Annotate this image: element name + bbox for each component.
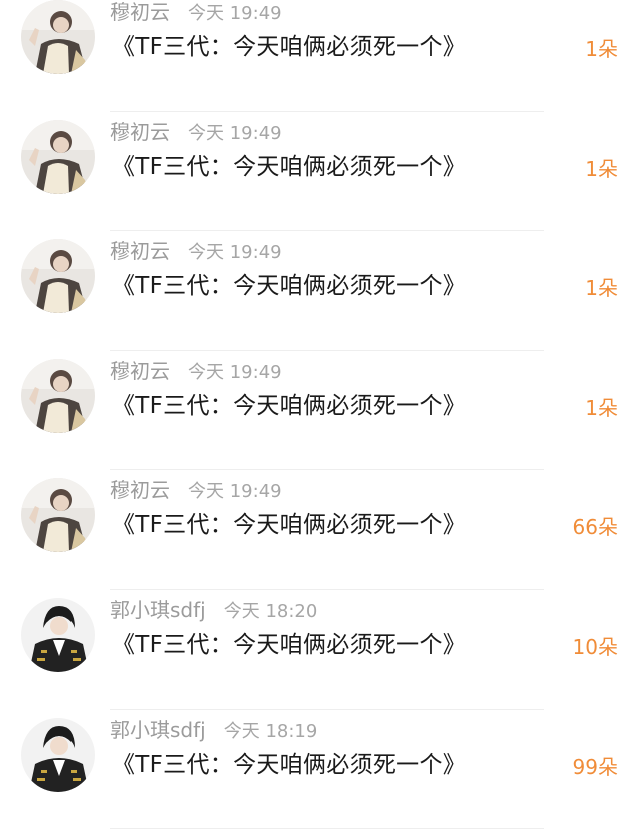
user-photo-icon: [21, 717, 95, 792]
divider: [110, 708, 544, 710]
user-photo-icon: [21, 0, 95, 74]
list-item[interactable]: 穆初云 今天 19:49 《TF三代：今天咱俩必须死一个》 1朵: [0, 0, 640, 114]
avatar[interactable]: [21, 597, 95, 672]
divider: [110, 828, 544, 830]
flower-count: 1朵: [585, 395, 618, 420]
message-title[interactable]: 《TF三代：今天咱俩必须死一个》: [112, 150, 466, 184]
flower-count: 99朵: [572, 754, 618, 779]
user-photo-icon: [21, 119, 95, 194]
timestamp: 今天 19:49: [188, 242, 282, 264]
flower-count: 1朵: [585, 276, 618, 301]
timestamp: 今天 19:49: [188, 481, 282, 503]
avatar[interactable]: [21, 478, 95, 553]
message-meta: 郭小琪sdfj 今天 18:20: [110, 596, 317, 624]
message-meta: 郭小琪sdfj 今天 18:19: [110, 716, 317, 744]
message-meta: 穆初云 今天 19:49: [110, 476, 282, 504]
list-item[interactable]: 穆初云 今天 19:49 《TF三代：今天咱俩必须死一个》 1朵: [0, 114, 640, 234]
sender-name[interactable]: 穆初云: [110, 120, 170, 144]
message-meta: 穆初云 今天 19:49: [110, 357, 282, 385]
divider: [110, 588, 544, 590]
user-photo-icon: [21, 239, 95, 314]
timestamp: 今天 19:49: [188, 3, 282, 24]
message-title[interactable]: 《TF三代：今天咱俩必须死一个》: [112, 269, 466, 303]
message-title[interactable]: 《TF三代：今天咱俩必须死一个》: [112, 628, 466, 662]
timestamp: 今天 19:49: [188, 361, 282, 383]
user-photo-icon: [21, 597, 95, 672]
list-item[interactable]: 郭小琪sdfj 今天 18:19 《TF三代：今天咱俩必须死一个》 99朵: [0, 712, 640, 831]
message-title[interactable]: 《TF三代：今天咱俩必须死一个》: [112, 389, 466, 423]
user-photo-icon: [21, 358, 95, 433]
divider: [110, 469, 544, 471]
message-list: 穆初云 今天 19:49 《TF三代：今天咱俩必须死一个》 1朵 穆初云 今天 19…: [0, 0, 640, 831]
sender-name[interactable]: 穆初云: [110, 359, 170, 383]
message-title[interactable]: 《TF三代：今天咱俩必须死一个》: [112, 508, 466, 542]
avatar[interactable]: [21, 239, 95, 314]
message-title[interactable]: 《TF三代：今天咱俩必须死一个》: [112, 30, 466, 64]
sender-name[interactable]: 郭小琪sdfj: [110, 598, 206, 622]
message-meta: 穆初云 今天 19:49: [110, 0, 282, 26]
timestamp: 今天 18:19: [223, 720, 318, 742]
message-meta: 穆初云 今天 19:49: [110, 118, 282, 146]
flower-count: 10朵: [572, 634, 618, 659]
user-photo-icon: [21, 478, 95, 553]
divider: [110, 230, 544, 232]
sender-name[interactable]: 穆初云: [110, 239, 170, 263]
flower-count: 66朵: [572, 515, 618, 540]
timestamp: 今天 18:20: [223, 600, 318, 622]
avatar[interactable]: [21, 358, 95, 433]
message-meta: 穆初云 今天 19:49: [110, 237, 282, 265]
divider: [110, 349, 544, 351]
sender-name[interactable]: 郭小琪sdfj: [110, 718, 206, 742]
list-item[interactable]: 郭小琪sdfj 今天 18:20 《TF三代：今天咱俩必须死一个》 10朵: [0, 592, 640, 712]
avatar[interactable]: [21, 0, 95, 74]
avatar[interactable]: [21, 119, 95, 194]
message-title[interactable]: 《TF三代：今天咱俩必须死一个》: [112, 748, 466, 782]
sender-name[interactable]: 穆初云: [110, 0, 170, 24]
list-item[interactable]: 穆初云 今天 19:49 《TF三代：今天咱俩必须死一个》 1朵: [0, 233, 640, 353]
list-item[interactable]: 穆初云 今天 19:49 《TF三代：今天咱俩必须死一个》 1朵: [0, 353, 640, 473]
flower-count: 1朵: [585, 156, 618, 181]
flower-count: 1朵: [585, 37, 618, 61]
sender-name[interactable]: 穆初云: [110, 478, 170, 502]
list-item[interactable]: 穆初云 今天 19:49 《TF三代：今天咱俩必须死一个》 66朵: [0, 472, 640, 592]
avatar[interactable]: [21, 717, 95, 792]
timestamp: 今天 19:49: [188, 122, 282, 144]
divider: [110, 110, 544, 112]
